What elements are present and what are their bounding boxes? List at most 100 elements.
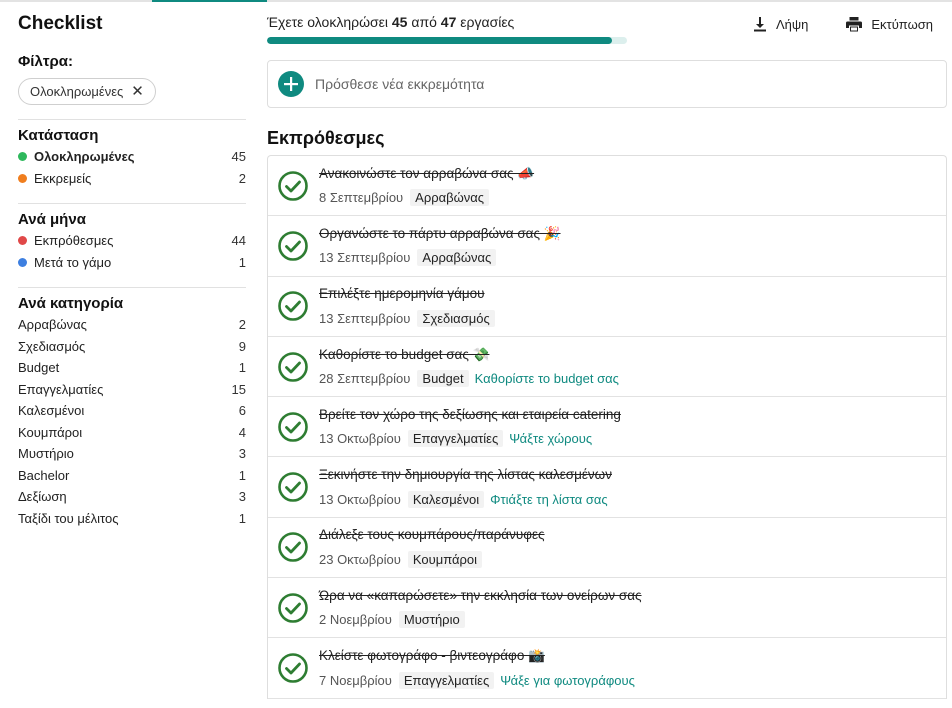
task-category-tag: Αρραβώνας <box>417 249 497 267</box>
sidebar-item[interactable]: Ταξίδι του μέλιτος 1 <box>18 508 246 530</box>
task-meta: 28 Σεπτεμβρίου Budget Καθορίστε το budget … <box>319 370 619 388</box>
task-body: Διάλεξε τους κουμπάρους/παράνυφες 23 Οκτω… <box>319 526 545 568</box>
task-body: Επιλέξτε ημερομηνία γάμου 13 Σεπτεμβρίου Σ… <box>319 285 495 327</box>
check-circle-icon[interactable] <box>278 231 308 261</box>
sidebar-item-count: 1 <box>238 360 246 376</box>
sidebar-item-label: Σχεδιασμός <box>18 338 86 354</box>
task-title[interactable]: Ανακοινώστε τον αρραβώνα σας 📣 <box>319 165 534 183</box>
task-row[interactable]: Διάλεξε τους κουμπάρους/παράνυφες 23 Οκτω… <box>268 518 946 579</box>
task-date: 13 Οκτωβρίου <box>319 491 401 507</box>
sidebar-item-count: 2 <box>238 317 246 333</box>
sidebar-item-label-wrap: Μετά το γάμο <box>18 255 111 270</box>
task-row[interactable]: Οργανώστε το πάρτυ αρραβώνα σας 🎉 13 Σεπτ… <box>268 216 946 277</box>
task-title[interactable]: Διάλεξε τους κουμπάρους/παράνυφες <box>319 526 545 544</box>
task-action-link[interactable]: Ψάξτε χώρους <box>509 431 592 446</box>
task-title[interactable]: Ξεκινήστε την δημιουργία της λίστας καλε… <box>319 466 612 484</box>
sidebar-item-label: Bachelor <box>18 467 70 483</box>
task-category-tag: Επαγγελματίες <box>398 671 495 689</box>
progress-prefix: Έχετε ολοκληρώσει <box>267 14 388 30</box>
sidebar-item-label-wrap: Αρραβώνας <box>18 317 87 332</box>
sidebar-divider <box>18 287 246 288</box>
task-row[interactable]: Κλείστε φωτογράφο - βιντεογράφο 📸 7 Νοεμβ… <box>268 638 946 699</box>
task-meta: 8 Σεπτεμβρίου Αρραβώνας <box>319 189 534 207</box>
task-date: 8 Σεπτεμβρίου <box>319 190 404 206</box>
task-category-tag: Μυστήριο <box>398 611 465 629</box>
progress-done: 45 <box>391 14 408 30</box>
sidebar-item-label-wrap: Κουμπάροι <box>18 425 82 440</box>
sidebar-item[interactable]: Δεξίωση 3 <box>18 486 246 508</box>
check-circle-icon[interactable] <box>278 291 308 322</box>
plus-icon[interactable] <box>278 71 304 97</box>
check-circle-icon[interactable] <box>278 472 308 502</box>
sidebar-item-label-wrap: Ταξίδι του μέλιτος <box>18 511 119 526</box>
task-title[interactable]: Κλείστε φωτογράφο - βιντεογράφο 📸 <box>319 647 635 665</box>
sidebar-item-label-wrap: Bachelor <box>18 468 69 483</box>
task-title[interactable]: Επιλέξτε ημερομηνία γάμου <box>319 285 495 303</box>
task-row[interactable]: Ώρα να «καπαρώσετε» την εκκλησία των ονε… <box>268 578 946 639</box>
task-meta: 13 Σεπτεμβρίου Αρραβώνας <box>319 249 561 267</box>
task-row[interactable]: Βρείτε τον χώρο της δεξίωσης και εταιρεί… <box>268 397 946 458</box>
sidebar-item-label-wrap: Εκπρόθεσμες <box>18 233 113 248</box>
sidebar-item-label-wrap: Ολοκληρωμένες <box>18 149 135 164</box>
task-title[interactable]: Βρείτε τον χώρο της δεξίωσης και εταιρεί… <box>319 406 621 424</box>
task-meta: 7 Νοεμβρίου Επαγγελματίες Ψάξε για φωτογρά… <box>319 671 635 689</box>
active-tab-indicator <box>152 0 267 2</box>
sidebar-item[interactable]: Εκκρεμείς 2 <box>18 168 246 190</box>
task-title[interactable]: Καθορίστε το budget σας 💸 <box>319 346 619 364</box>
section-heading: Εκπρόθεσμες <box>267 128 385 148</box>
progress-bar <box>267 37 627 44</box>
sidebar-item[interactable]: Επαγγελματίες 15 <box>18 379 246 401</box>
close-icon[interactable]: ✕ <box>131 84 144 99</box>
sidebar-item-label: Μυστήριο <box>18 446 74 462</box>
print-button[interactable]: Εκτύπωση <box>846 17 933 32</box>
sidebar-item-count: 2 <box>238 170 246 186</box>
task-date: 13 Σεπτεμβρίου <box>319 310 411 326</box>
sidebar-item[interactable]: Κουμπάροι 4 <box>18 422 246 444</box>
task-row[interactable]: Ξεκινήστε την δημιουργία της λίστας καλε… <box>268 457 946 518</box>
status-dot-icon <box>18 152 27 162</box>
check-circle-icon[interactable] <box>278 412 308 442</box>
sidebar-item[interactable]: Καλεσμένοι 6 <box>18 400 246 422</box>
sidebar-item[interactable]: Bachelor 1 <box>18 465 246 487</box>
sidebar-item-count: 45 <box>231 149 246 165</box>
task-date: 23 Οκτωβρίου <box>319 551 401 567</box>
task-action-link[interactable]: Καθορίστε το budget σας <box>475 371 619 386</box>
sidebar-item-count: 1 <box>238 510 246 526</box>
sidebar-item-count: 3 <box>238 489 246 505</box>
task-row[interactable]: Επιλέξτε ημερομηνία γάμου 13 Σεπτεμβρίου Σ… <box>268 277 946 337</box>
status-dot-icon <box>18 257 27 267</box>
sidebar-item[interactable]: Σχεδιασμός 9 <box>18 336 246 358</box>
sidebar-item[interactable]: Αρραβώνας 2 <box>18 314 246 336</box>
sidebar-item-label: Αρραβώνας <box>18 317 87 333</box>
task-row[interactable]: Καθορίστε το budget σας 💸 28 Σεπτεμβρίου B… <box>268 337 946 398</box>
sidebar-item-label: Εκπρόθεσμες <box>34 233 114 249</box>
check-circle-icon[interactable] <box>278 351 308 382</box>
progress-total: 47 <box>440 14 457 30</box>
task-row[interactable]: Ανακοινώστε τον αρραβώνα σας 📣 8 Σεπτεμβρ… <box>268 156 946 217</box>
add-task-input[interactable]: Πρόσθεσε νέα εκκρεμότητα <box>267 60 947 108</box>
sidebar-item[interactable]: Μετά το γάμο 1 <box>18 252 246 274</box>
task-category-tag: Κουμπάροι <box>407 550 483 568</box>
sidebar-item[interactable]: Εκπρόθεσμες 44 <box>18 230 246 252</box>
task-title[interactable]: Οργανώστε το πάρτυ αρραβώνα σας 🎉 <box>319 225 561 243</box>
sidebar-item-label-wrap: Καλεσμένοι <box>18 403 84 418</box>
status-dot-icon <box>18 173 27 183</box>
print-label: Εκτύπωση <box>871 17 933 32</box>
check-circle-icon[interactable] <box>278 532 308 563</box>
check-circle-icon[interactable] <box>278 592 308 623</box>
progress-fill <box>267 37 612 44</box>
sidebar-item[interactable]: Budget 1 <box>18 357 246 379</box>
check-circle-icon[interactable] <box>278 653 308 683</box>
check-circle-icon[interactable] <box>278 170 308 201</box>
task-category-tag: Σχεδιασμός <box>417 309 495 327</box>
task-date: 7 Νοεμβρίου <box>319 672 392 688</box>
task-action-link[interactable]: Φτιάξτε τη λίστα σας <box>490 492 608 507</box>
task-action-link[interactable]: Ψάξε για φωτογράφους <box>500 673 635 688</box>
download-button[interactable]: Λήψη <box>753 17 808 32</box>
download-label: Λήψη <box>775 17 809 32</box>
sidebar-item[interactable]: Ολοκληρωμένες 45 <box>18 146 246 168</box>
sidebar-item[interactable]: Μυστήριο 3 <box>18 443 246 465</box>
task-title[interactable]: Ώρα να «καπαρώσετε» την εκκλησία των ονε… <box>319 587 642 605</box>
active-filter-chip[interactable]: Ολοκληρωμένες ✕ <box>18 78 156 105</box>
task-body: Καθορίστε το budget σας 💸 28 Σεπτεμβρίου B… <box>319 346 619 388</box>
